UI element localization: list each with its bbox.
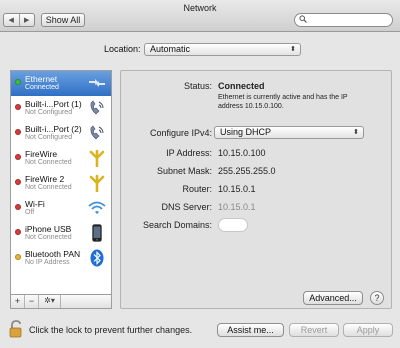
iphone-icon: [88, 224, 106, 242]
status-dot: [15, 129, 21, 135]
service-item-builtin-port-2[interactable]: Built-i...Port (2) Not Configured: [11, 121, 111, 146]
service-status: Not Connected: [25, 234, 72, 241]
service-name: Built-i...Port (1): [25, 99, 82, 109]
status-dot: [15, 204, 21, 210]
apply-button[interactable]: Apply: [343, 323, 393, 337]
window-title: Network: [183, 3, 217, 13]
show-all-button[interactable]: Show All: [41, 13, 85, 27]
status-dot: [15, 79, 21, 85]
subnet-mask-value: 255.255.255.0: [218, 166, 276, 176]
bluetooth-icon: [88, 249, 106, 267]
service-name: Bluetooth PAN: [25, 249, 81, 259]
chevron-updown-icon: ⬍: [353, 129, 359, 136]
service-status: Not Configured: [25, 134, 73, 141]
service-status: Not Connected: [25, 159, 72, 166]
wifi-icon: [88, 199, 106, 217]
service-item-ethernet[interactable]: Ethernet Connected: [11, 71, 111, 96]
status-value: Connected: [218, 81, 265, 91]
service-status: No IP Address: [25, 259, 70, 266]
service-status: Not Connected: [25, 184, 72, 191]
location-label: Location:: [104, 44, 141, 54]
network-preferences-window: Network ◀ ▶ Show All Location: Automatic…: [0, 0, 400, 348]
dns-server-value: 10.15.0.1: [218, 202, 256, 212]
configure-ipv4-value: Using DHCP: [220, 127, 272, 137]
status-dot: [15, 179, 21, 185]
service-name: FireWire: [25, 149, 58, 159]
forward-button[interactable]: ▶: [18, 14, 35, 26]
subnet-mask-label: Subnet Mask:: [156, 166, 212, 176]
magnifier-icon: [299, 15, 307, 25]
service-item-iphone-usb[interactable]: iPhone USB Not Connected: [11, 221, 111, 246]
service-list-toolbar: + − ✲▾: [10, 295, 112, 309]
service-status: Off: [25, 209, 35, 216]
assist-me-button[interactable]: Assist me...: [217, 323, 284, 337]
ip-address-value: 10.15.0.100: [218, 148, 266, 158]
phone-modem-icon: [88, 99, 106, 117]
service-item-builtin-port-1[interactable]: Built-i...Port (1) Not Configured: [11, 96, 111, 121]
status-description: Ethernet is currently active and has the…: [218, 94, 348, 110]
history-nav: ◀ ▶: [3, 13, 35, 27]
service-list: Ethernet Connected Built-i...Port (1) No…: [10, 70, 112, 295]
revert-button[interactable]: Revert: [289, 323, 339, 337]
search-input[interactable]: [294, 13, 393, 27]
add-service-button[interactable]: +: [11, 295, 25, 308]
ip-address-label: IP Address:: [166, 148, 212, 158]
status-dot: [15, 154, 21, 160]
status-dot: [15, 229, 21, 235]
titlebar: Network ◀ ▶ Show All: [0, 0, 400, 32]
lock-icon[interactable]: [9, 320, 23, 338]
status-dot: [15, 104, 21, 110]
service-status: Connected: [25, 84, 59, 91]
location-select[interactable]: Automatic ⬍: [144, 43, 301, 56]
search-domains-field[interactable]: [218, 218, 248, 232]
chevron-updown-icon: ⬍: [290, 46, 296, 53]
configure-ipv4-label: Configure IPv4:: [149, 128, 212, 138]
status-label: Status:: [183, 81, 212, 91]
service-name: iPhone USB: [25, 224, 72, 234]
ethernet-icon: [88, 74, 106, 92]
back-button[interactable]: ◀: [4, 14, 19, 26]
gear-action-button[interactable]: ✲▾: [39, 295, 61, 308]
service-status: Not Configured: [25, 109, 73, 116]
router-label: Router:: [182, 184, 212, 194]
service-name: Built-i...Port (2): [25, 124, 82, 134]
service-item-bluetooth-pan[interactable]: Bluetooth PAN No IP Address: [11, 246, 111, 271]
service-name: Wi-Fi: [25, 199, 45, 209]
help-button[interactable]: ?: [370, 291, 384, 305]
configure-ipv4-select[interactable]: Using DHCP ⬍: [214, 126, 364, 139]
search-domains-label: Search Domains:: [142, 220, 212, 230]
lock-message: Click the lock to prevent further change…: [29, 325, 193, 335]
advanced-button[interactable]: Advanced...: [303, 291, 363, 305]
location-value: Automatic: [150, 44, 191, 54]
firewire-icon: [88, 149, 106, 167]
service-item-wifi[interactable]: Wi-Fi Off: [11, 196, 111, 221]
dns-server-label: DNS Server:: [161, 202, 212, 212]
firewire-icon: [88, 174, 106, 192]
service-item-firewire[interactable]: FireWire Not Connected: [11, 146, 111, 171]
router-value: 10.15.0.1: [218, 184, 256, 194]
phone-modem-icon: [88, 124, 106, 142]
service-name: FireWire 2: [25, 174, 65, 184]
service-item-firewire-2[interactable]: FireWire 2 Not Connected: [11, 171, 111, 196]
status-dot: [15, 254, 21, 260]
service-name: Ethernet: [25, 74, 58, 84]
remove-service-button[interactable]: −: [25, 295, 39, 308]
